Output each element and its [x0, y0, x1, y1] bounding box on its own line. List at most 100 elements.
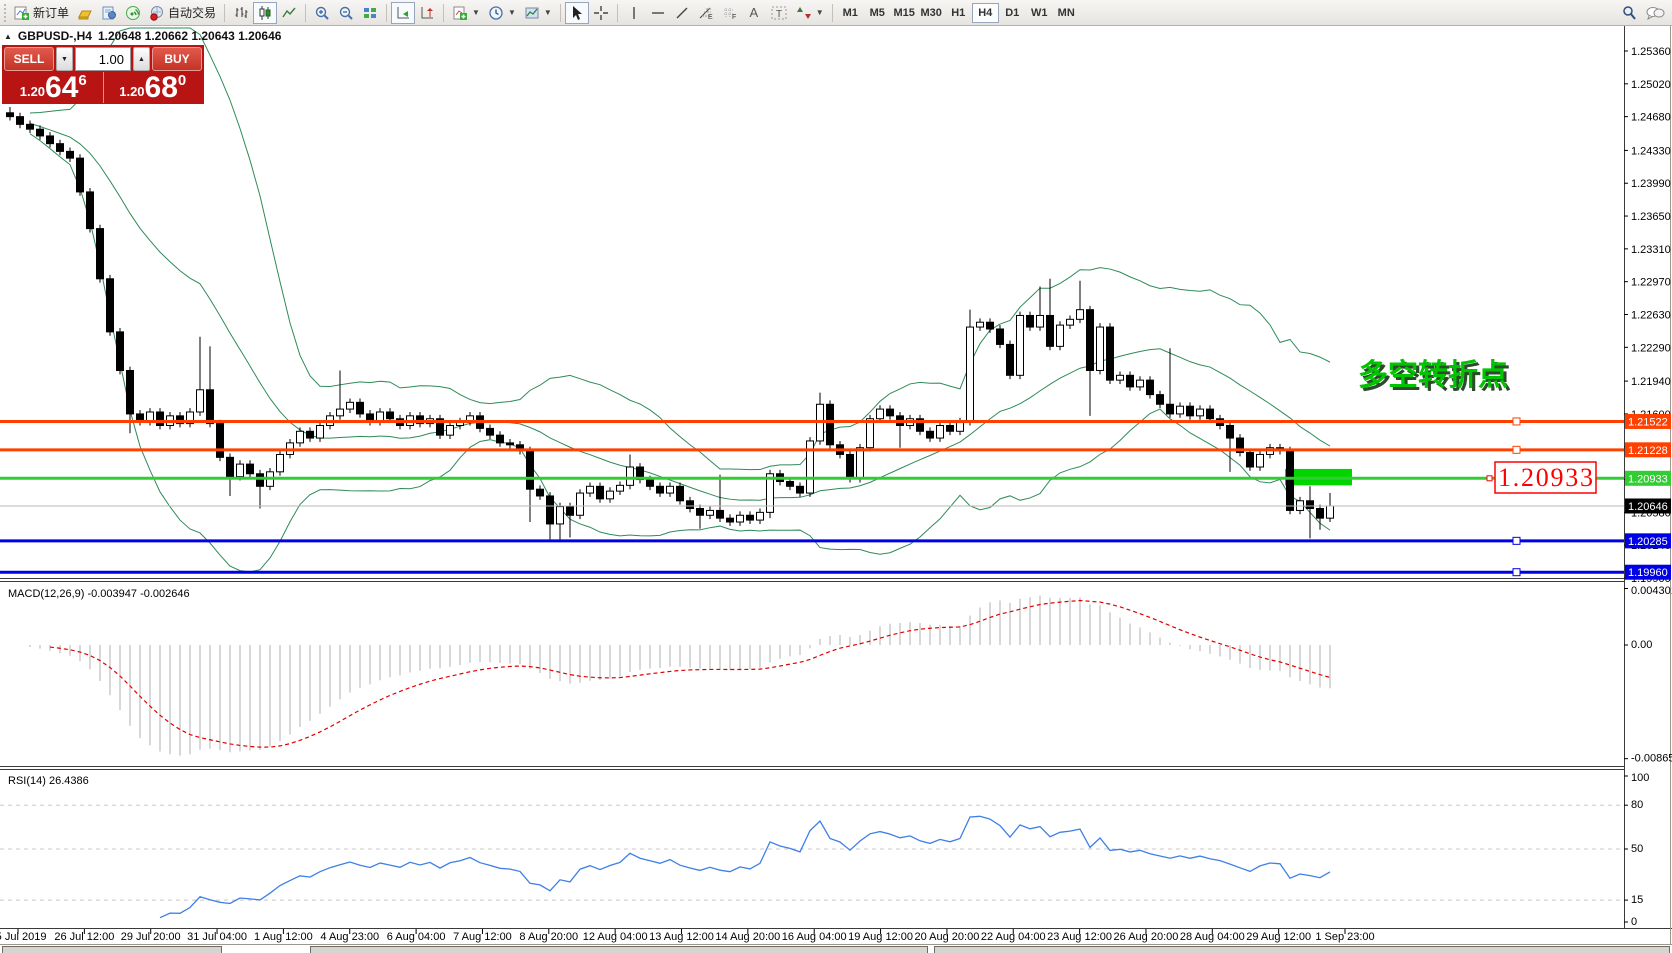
svg-text:28 Aug 04:00: 28 Aug 04:00: [1180, 931, 1245, 943]
timeframe-button-m1[interactable]: M1: [837, 3, 864, 23]
svg-text:1.25020: 1.25020: [1631, 79, 1671, 91]
new-order-button[interactable]: 新订单: [10, 2, 73, 24]
minimized-chart-window[interactable]: [934, 946, 1670, 953]
price-tag-1.21228: 1.21228: [1625, 442, 1671, 457]
svg-text:1.25360: 1.25360: [1631, 46, 1671, 58]
search-button[interactable]: [1617, 2, 1641, 24]
grid-icon: F: [722, 5, 738, 21]
market-button[interactable]: [97, 2, 121, 24]
cursor-tool-button[interactable]: [565, 2, 589, 24]
dropdown-arrow-icon: ▼: [816, 8, 824, 17]
zoom-out-button[interactable]: [334, 2, 358, 24]
svg-text:1.22290: 1.22290: [1631, 342, 1671, 354]
chat-button[interactable]: [1641, 2, 1669, 24]
gold-promo-button[interactable]: [73, 2, 97, 24]
svg-text:29 Jul 20:00: 29 Jul 20:00: [121, 931, 181, 943]
svg-text:4 Aug 23:00: 4 Aug 23:00: [320, 931, 379, 943]
clock-icon: [488, 5, 504, 21]
toolbar-separator: [832, 4, 833, 22]
bar-chart-button[interactable]: [229, 2, 253, 24]
sell-price-pip: 6: [78, 72, 86, 89]
minimized-chart-window[interactable]: [2, 946, 222, 953]
auto-scroll-button[interactable]: [391, 2, 415, 24]
timeframe-button-m15[interactable]: M15: [891, 3, 918, 23]
buy-button[interactable]: BUY: [152, 47, 202, 71]
candlestick-chart-button[interactable]: [253, 2, 277, 24]
svg-text:0: 0: [1631, 916, 1637, 928]
sell-button[interactable]: SELL: [4, 47, 54, 71]
indicators-button[interactable]: ▼: [448, 2, 484, 24]
toolbar-separator: [617, 4, 618, 22]
hline-anchor: [1513, 418, 1520, 425]
svg-text:6 Aug 04:00: 6 Aug 04:00: [387, 931, 446, 943]
timeframe-button-d1[interactable]: D1: [999, 3, 1026, 23]
one-click-trading-panel: SELL ▼ 1.00 ▲ BUY 1.20 64 6 1.20 68 0: [2, 45, 204, 104]
toolbar-separator: [443, 4, 444, 22]
volume-increase-button[interactable]: ▲: [133, 47, 150, 71]
sell-price-display[interactable]: 1.20 64 6: [4, 72, 103, 103]
trendline-tool-button[interactable]: [670, 2, 694, 24]
line-chart-button[interactable]: [277, 2, 301, 24]
panel-toggle-icon[interactable]: ▲: [4, 32, 12, 41]
horizontal-line-tool-button[interactable]: [646, 2, 670, 24]
svg-text:12 Aug 04:00: 12 Aug 04:00: [583, 931, 648, 943]
timeframe-button-h4[interactable]: H4: [972, 3, 999, 23]
indicators-icon: [452, 5, 468, 21]
dropdown-arrow-icon: ▼: [508, 8, 516, 17]
date-axis-labels: 25 Jul 201926 Jul 12:0029 Jul 20:0031 Ju…: [0, 929, 1375, 943]
label-tool-button[interactable]: T: [766, 2, 792, 24]
toolbar-separator: [560, 4, 561, 22]
fibonacci-icon: E: [698, 5, 714, 21]
chart-shift-button[interactable]: [415, 2, 439, 24]
rsi-label: RSI(14) 26.4386: [8, 775, 89, 787]
templates-button[interactable]: ▼: [520, 2, 556, 24]
crosshair-tool-button[interactable]: [589, 2, 613, 24]
signals-button[interactable]: [121, 2, 145, 24]
grid-tool-button[interactable]: F: [718, 2, 742, 24]
svg-text:1.22970: 1.22970: [1631, 277, 1671, 289]
tile-windows-button[interactable]: [358, 2, 382, 24]
svg-text:F: F: [732, 14, 736, 21]
dropdown-arrow-icon: ▼: [472, 8, 480, 17]
autotrading-button[interactable]: 自动交易: [145, 2, 220, 24]
new-order-icon: [14, 5, 30, 21]
timeframe-button-mn[interactable]: MN: [1053, 3, 1080, 23]
tile-windows-icon: [362, 5, 378, 21]
chart-area[interactable]: 1.253601.250201.246801.243301.239901.236…: [0, 0, 1672, 953]
svg-text:26 Aug 20:00: 26 Aug 20:00: [1114, 931, 1179, 943]
svg-text:20 Aug 20:00: 20 Aug 20:00: [914, 931, 979, 943]
svg-text:1.20646: 1.20646: [1628, 501, 1668, 513]
minimized-chart-window[interactable]: [310, 946, 928, 953]
svg-text:1.21228: 1.21228: [1628, 445, 1668, 457]
annotation-text: 多空转折点: [1358, 359, 1508, 392]
svg-text:29 Aug 12:00: 29 Aug 12:00: [1246, 931, 1311, 943]
search-icon: [1621, 5, 1637, 21]
periods-button[interactable]: ▼: [484, 2, 520, 24]
svg-text:13 Aug 12:00: 13 Aug 12:00: [649, 931, 714, 943]
vertical-line-tool-button[interactable]: [622, 2, 646, 24]
fibonacci-tool-button[interactable]: E: [694, 2, 718, 24]
line-chart-icon: [281, 5, 297, 21]
toolbar-grip: [4, 4, 7, 22]
zoom-in-button[interactable]: [310, 2, 334, 24]
svg-text:1.20933: 1.20933: [1628, 473, 1668, 485]
svg-text:1.21522: 1.21522: [1628, 416, 1668, 428]
volume-input[interactable]: 1.00: [75, 47, 131, 71]
svg-text:14 Aug 20:00: 14 Aug 20:00: [715, 931, 780, 943]
price-callout-box: 1.20933: [1487, 462, 1596, 493]
svg-text:100: 100: [1631, 772, 1649, 784]
vertical-line-icon: [626, 5, 642, 21]
timeframe-button-h1[interactable]: H1: [945, 3, 972, 23]
timeframe-button-m5[interactable]: M5: [864, 3, 891, 23]
svg-text:0.004301: 0.004301: [1631, 585, 1672, 597]
svg-text:15: 15: [1631, 894, 1643, 906]
arrows-tool-button[interactable]: ▼: [792, 2, 828, 24]
chart-ohlc-values: 1.20648 1.20662 1.20643 1.20646: [98, 29, 282, 43]
timeframe-button-w1[interactable]: W1: [1026, 3, 1053, 23]
volume-decrease-button[interactable]: ▼: [56, 47, 73, 71]
timeframe-button-m30[interactable]: M30: [918, 3, 945, 23]
text-tool-button[interactable]: A: [742, 2, 766, 24]
buy-price-display[interactable]: 1.20 68 0: [104, 72, 203, 103]
buy-price-pip: 0: [178, 72, 186, 89]
buy-price-main: 1.20: [119, 84, 144, 99]
